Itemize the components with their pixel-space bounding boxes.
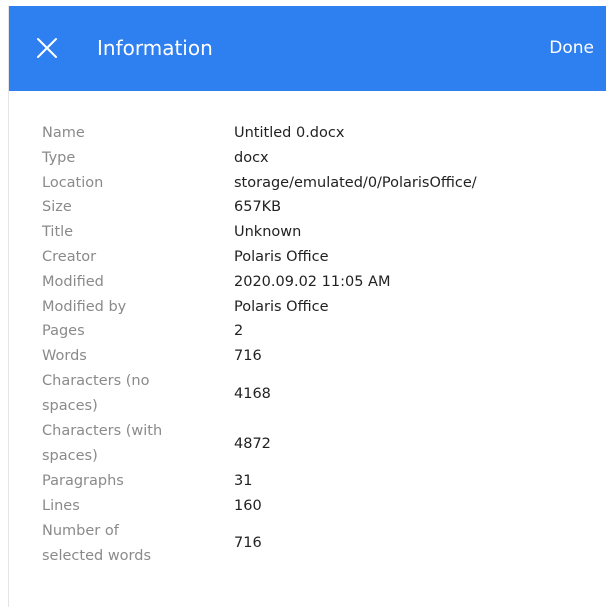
info-label-text: Characters (with spaces) bbox=[42, 423, 163, 464]
info-label-text: Number of selected words bbox=[42, 522, 152, 564]
info-value: 160 bbox=[234, 497, 262, 514]
info-row-characters-with-spaces: Characters (with spaces) 4872 bbox=[42, 419, 582, 469]
info-label: Number of selected words bbox=[42, 519, 234, 569]
info-label: Characters (with spaces) bbox=[42, 419, 234, 469]
info-value: 716 bbox=[234, 535, 262, 552]
info-label: Paragraphs bbox=[42, 472, 124, 489]
info-row-modified-by: Modified by Polaris Office bbox=[42, 295, 582, 320]
info-row-paragraphs: Paragraphs 31 bbox=[42, 469, 582, 494]
info-list: Name Untitled 0.docx Type docx Location … bbox=[42, 121, 582, 569]
info-label: Pages bbox=[42, 323, 85, 340]
done-button[interactable]: Done bbox=[549, 36, 594, 60]
info-row-selected-words: Number of selected words 716 bbox=[42, 519, 582, 569]
info-value: Untitled 0.docx bbox=[234, 125, 345, 141]
header-bar: Information Done bbox=[9, 6, 606, 91]
info-row-location: Location storage/emulated/0/PolarisOffic… bbox=[42, 171, 582, 196]
info-value: 2020.09.02 11:05 AM bbox=[234, 273, 391, 290]
info-value: storage/emulated/0/PolarisOffice/ bbox=[234, 174, 477, 191]
info-label: Title bbox=[42, 224, 74, 241]
info-value: 4872 bbox=[234, 435, 271, 452]
info-label: Lines bbox=[42, 497, 80, 514]
info-row-modified: Modified 2020.09.02 11:05 AM bbox=[42, 270, 582, 295]
info-value: Unknown bbox=[234, 224, 302, 241]
info-row-lines: Lines 160 bbox=[42, 494, 582, 519]
info-row-creator: Creator Polaris Office bbox=[42, 245, 582, 270]
info-row-size: Size 657KB bbox=[42, 195, 582, 220]
info-row-title: Title Unknown bbox=[42, 220, 582, 245]
info-value: 31 bbox=[234, 472, 253, 489]
info-value: Polaris Office bbox=[234, 248, 329, 265]
info-value: 716 bbox=[234, 348, 262, 365]
info-value: Polaris Office bbox=[234, 298, 329, 315]
info-label: Type bbox=[42, 149, 76, 166]
info-value: 4168 bbox=[234, 385, 271, 402]
info-value: 2 bbox=[234, 323, 244, 340]
info-row-name: Name Untitled 0.docx bbox=[42, 121, 582, 146]
info-row-type: Type docx bbox=[42, 146, 582, 171]
info-label-text: Characters (no spaces) bbox=[42, 373, 150, 414]
info-row-words: Words 716 bbox=[42, 344, 582, 369]
close-button[interactable] bbox=[35, 36, 59, 60]
info-label: Modified bbox=[42, 273, 104, 290]
info-value: docx bbox=[234, 149, 269, 166]
info-label: Words bbox=[42, 348, 87, 365]
close-icon bbox=[37, 38, 57, 58]
dialog-title: Information bbox=[97, 36, 213, 60]
info-value: 657KB bbox=[234, 199, 282, 216]
info-label: Creator bbox=[42, 248, 97, 265]
info-label: Name bbox=[42, 125, 85, 141]
info-label: Modified by bbox=[42, 298, 127, 315]
info-label: Location bbox=[42, 174, 104, 191]
info-row-pages: Pages 2 bbox=[42, 319, 582, 344]
info-row-characters-no-spaces: Characters (no spaces) 4168 bbox=[42, 369, 582, 419]
info-label: Size bbox=[42, 199, 72, 216]
information-dialog: Information Done Name Untitled 0.docx Ty… bbox=[8, 6, 606, 607]
info-label: Characters (no spaces) bbox=[42, 369, 234, 419]
